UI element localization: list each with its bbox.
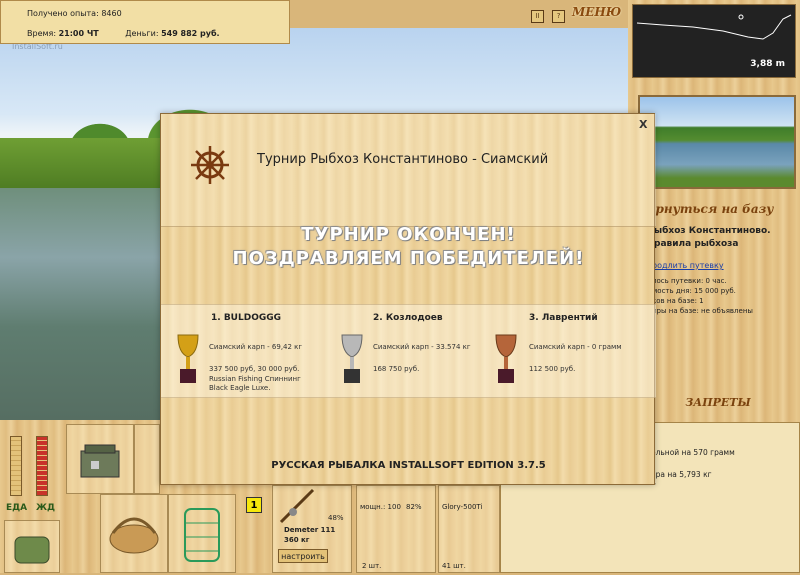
depth-chart: 3,88 m <box>632 4 796 78</box>
winner-prize: 112 500 руб. <box>529 365 576 373</box>
base-info-item: мость дня: 15 000 руб. <box>652 287 736 295</box>
rod-percent: 48% <box>328 514 344 522</box>
dialog-header: Турнир Рыбхоз Константиново - Сиамский X <box>161 114 656 227</box>
top-controls: II ? <box>531 6 568 25</box>
tackle-box-slot[interactable] <box>66 424 134 494</box>
money-label: Деньги: <box>125 29 159 38</box>
base-rules[interactable]: равила рыбхоза <box>654 238 798 251</box>
winner-prize: 168 750 руб. <box>373 365 420 373</box>
bait-quantity: 41 шт. <box>442 562 466 570</box>
winner-card-2: 2. Козлодоев Сиамский карп - 33.574 кг 1… <box>333 305 493 397</box>
line-slot[interactable] <box>438 485 500 573</box>
results-row: 1. BULDOGGG Сиамский карп - 69,42 кг 337… <box>161 304 656 398</box>
base-info-panel: ыбхоз Константиново. равила рыбхоза родл… <box>640 225 798 395</box>
winner-card-3: 3. Лаврентий Сиамский карп - 0 грамм 112… <box>489 305 649 397</box>
reel-power: мощн.: 100 <box>360 503 401 511</box>
game-version-footer: РУССКАЯ РЫБАЛКА INSTALLSOFT EDITION 3.7.… <box>271 460 546 471</box>
experience-label: Получено опыта: 8460 <box>27 9 122 18</box>
base-info-item: ков на базе: 1 <box>652 297 704 305</box>
base-title: ыбхоз Константиново. <box>654 226 771 236</box>
depth-value: 3,88 m <box>750 59 785 69</box>
winner-name: 2. Козлодоев <box>373 313 443 323</box>
rod-weight: 360 кг <box>284 536 310 544</box>
hook-quantity: 2 шт. <box>362 562 382 570</box>
winner-name: 1. BULDOGGG <box>211 313 282 323</box>
time-money-line: Время: 21:00 ЧТ Деньги: 549 882 руб. <box>27 29 244 38</box>
return-to-base-button[interactable]: вернуться на базу <box>640 202 773 216</box>
log-item: ольной на 570 грамм <box>651 448 735 457</box>
tackle-box-icon <box>80 444 120 478</box>
money-value: 549 882 руб. <box>161 29 220 38</box>
pause-button[interactable]: II <box>531 10 544 23</box>
close-icon[interactable]: X <box>639 118 647 131</box>
base-info-item: иры на базе: не объявлены <box>652 307 753 315</box>
location-photo <box>638 95 796 189</box>
hotkey-badge: 1 <box>246 497 262 513</box>
menu-button[interactable]: МЕНЮ <box>572 5 621 19</box>
bonus-line: Russian Fishing Спиннинг <box>209 375 301 383</box>
keepnet-icon <box>184 508 220 562</box>
drink-label: ЖД <box>36 503 56 513</box>
time-label: Время: <box>27 29 57 38</box>
ship-wheel-icon <box>191 146 229 184</box>
dialog-title: Турнир Рыбхоз Константиново - Сиамский <box>257 152 549 167</box>
winner-card-1: 1. BULDOGGG Сиамский карп - 69,42 кг 337… <box>171 305 331 397</box>
winner-catch: Сиамский карп - 69,42 кг <box>209 343 303 351</box>
bag-slot[interactable] <box>4 520 60 573</box>
basket-slot[interactable] <box>100 494 168 573</box>
keepnet-slot[interactable] <box>168 494 236 573</box>
winner-bonus: Russian Fishing Спиннинг Black Eagle Lux… <box>209 375 301 393</box>
gold-cup-icon <box>177 334 199 383</box>
player-info-bar: Получено опыта: 8460 Время: 21:00 ЧТ Ден… <box>0 0 290 44</box>
rod-name: Demeter 111 <box>284 526 336 534</box>
bag-icon <box>14 536 50 564</box>
base-info-item: лось путевки: 0 час. <box>652 277 727 285</box>
basket-icon <box>109 517 159 554</box>
reel-slot[interactable] <box>356 485 436 573</box>
silver-cup-icon <box>341 334 363 383</box>
configure-button[interactable]: настроить <box>278 549 328 563</box>
scroll-up-icon[interactable]: ⌃ <box>651 480 799 491</box>
extend-permit-link[interactable]: родлить путевку <box>652 261 798 270</box>
winner-name: 3. Лаврентий <box>529 313 598 323</box>
winner-prize: 337 500 руб, 30 000 руб. <box>209 365 300 373</box>
tournament-dialog: Турнир Рыбхоз Константиново - Сиамский X… <box>160 113 656 485</box>
bans-button[interactable]: ЗАПРЕТЫ <box>640 396 796 412</box>
reel-percent: 82% <box>406 503 422 511</box>
food-gauge <box>10 436 22 496</box>
winner-catch: Сиамский карп - 33.574 кг <box>373 343 471 351</box>
bonus-line: Black Eagle Luxe. <box>209 384 271 392</box>
winner-catch: Сиамский карп - 0 грамм <box>529 343 622 351</box>
log-item: ара на 5,793 кг <box>651 470 712 479</box>
tournament-over-text: ТУРНИР ОКОНЧЕН! <box>301 224 516 245</box>
bronze-cup-icon <box>495 334 517 383</box>
line-name: Glory-500Ti <box>442 503 483 511</box>
time-value: 21:00 ЧТ <box>58 29 99 38</box>
help-button[interactable]: ? <box>552 10 566 23</box>
drink-gauge <box>36 436 48 496</box>
food-label: ЕДА <box>6 503 28 513</box>
inventory-slot[interactable] <box>134 424 160 494</box>
log-item <box>651 458 799 469</box>
congratulations-text: ПОЗДРАВЛЯЕМ ПОБЕДИТЕЛЕЙ! <box>232 248 585 269</box>
